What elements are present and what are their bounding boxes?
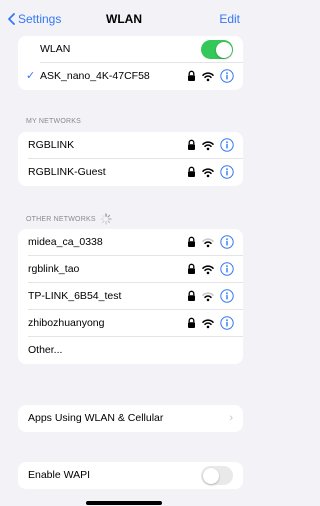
wapi-toggle[interactable] [201,466,233,485]
chevron-right-icon: › [229,412,233,424]
info-icon[interactable] [220,165,234,179]
lock-icon [188,236,195,247]
wifi-icon [202,167,214,177]
network-row[interactable]: zhibozhuanyong [18,310,243,337]
checkmark-icon: ✓ [26,70,36,82]
wapi-label: Enable WAPI [28,469,91,481]
wifi-icon [202,291,214,301]
apps-using-row[interactable]: Apps Using WLAN & Cellular › [18,405,243,432]
info-icon[interactable] [220,289,234,303]
my-networks-header-label: MY NETWORKS [26,118,81,125]
other-network-label: Other... [28,344,63,356]
info-icon[interactable] [220,316,234,330]
wifi-icon [202,71,214,81]
other-networks-group: midea_ca_0338 rgblink_tao TP-LINK_6B54_t… [18,229,243,364]
other-network-row[interactable]: Other... [18,337,243,364]
network-name: RGBLINK-Guest [28,166,106,178]
loading-spinner-icon [100,213,112,225]
network-name: RGBLINK [28,139,75,151]
wlan-toggle-row: WLAN [18,36,243,63]
other-networks-header: OTHER NETWORKS [26,213,112,225]
lock-icon [188,263,195,274]
wifi-icon [202,140,214,150]
wifi-icon [202,264,214,274]
page-title: WLAN [106,12,142,26]
wlan-toggle-label: WLAN [40,43,71,55]
wifi-icon [202,237,214,247]
edit-button[interactable]: Edit [219,12,240,26]
network-row[interactable]: RGBLINK [18,132,243,159]
network-name: zhibozhuanyong [28,317,105,329]
toggle-knob [215,41,232,58]
wapi-row: Enable WAPI [18,462,243,489]
other-networks-header-label: OTHER NETWORKS [26,215,96,223]
wifi-icon [202,318,214,328]
network-name: TP-LINK_6B54_test [28,290,122,302]
navigation-bar: Settings WLAN Edit [0,0,248,34]
connected-network-row[interactable]: ✓ ASK_nano_4K-47CF58 [18,63,243,90]
network-row[interactable]: TP-LINK_6B54_test [18,283,243,310]
network-name: midea_ca_0338 [28,236,103,248]
apps-using-label: Apps Using WLAN & Cellular [28,412,164,424]
info-icon[interactable] [220,138,234,152]
info-icon[interactable] [220,262,234,276]
info-icon[interactable] [220,69,234,83]
my-networks-header: MY NETWORKS [26,118,81,125]
lock-icon [188,70,195,81]
connected-network-name: ASK_nano_4K-47CF58 [40,70,150,82]
home-indicator [86,501,162,505]
lock-icon [188,290,195,301]
network-row[interactable]: midea_ca_0338 [18,229,243,256]
my-networks-group: RGBLINK RGBLINK-Guest [18,132,243,186]
toggle-knob [202,467,219,484]
lock-icon [188,166,195,177]
lock-icon [188,317,195,328]
network-row[interactable]: rgblink_tao [18,256,243,283]
network-name: rgblink_tao [28,263,80,275]
wlan-toggle[interactable] [201,40,233,59]
wlan-group: WLAN ✓ ASK_nano_4K-47CF58 [18,36,243,90]
lock-icon [188,139,195,150]
apps-using-group: Apps Using WLAN & Cellular › [18,405,243,432]
info-icon[interactable] [220,235,234,249]
wapi-group: Enable WAPI [18,462,243,489]
network-row[interactable]: RGBLINK-Guest [18,159,243,186]
